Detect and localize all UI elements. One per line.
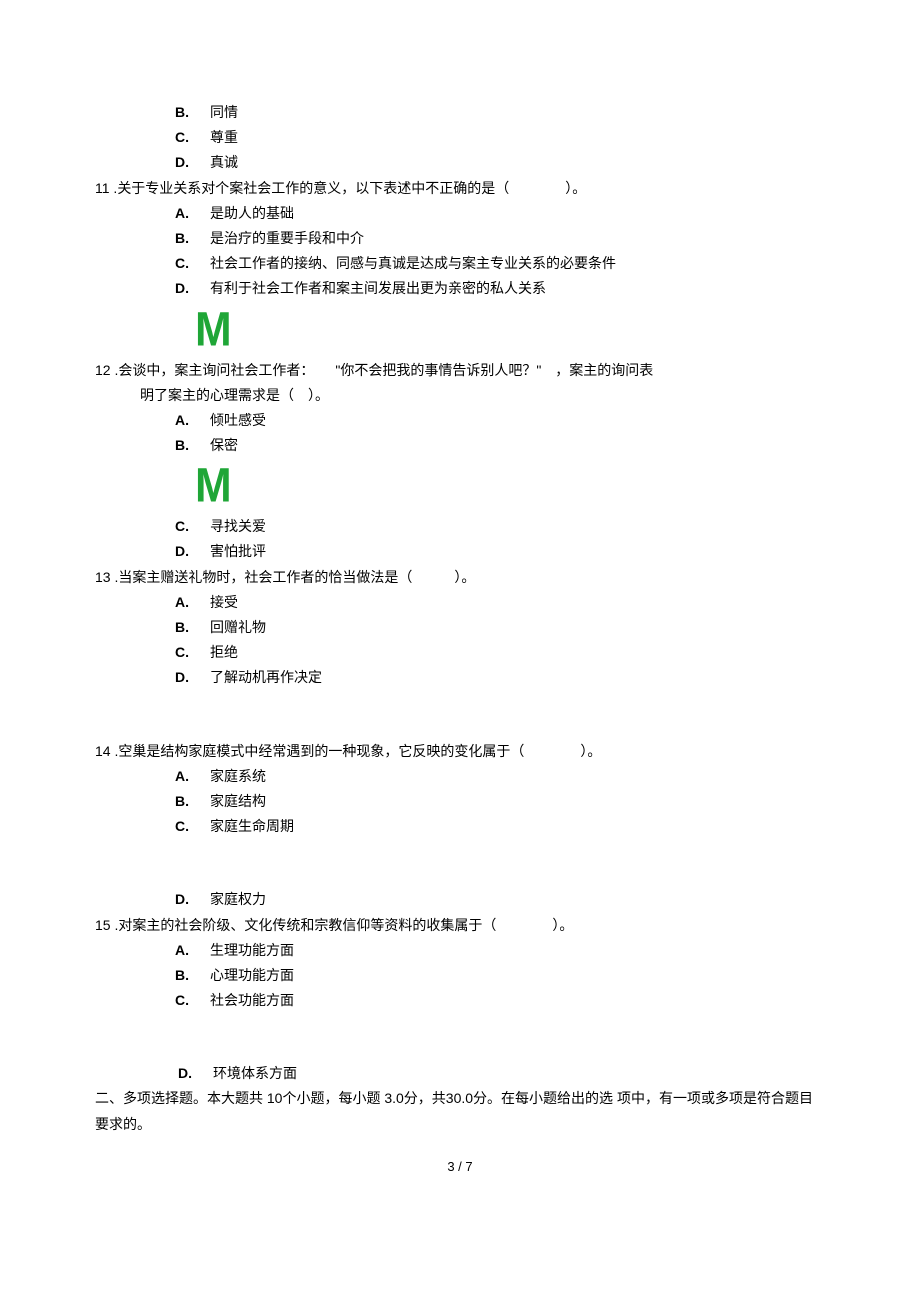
page-number: 3 / 7	[95, 1155, 825, 1178]
option-letter: D.	[175, 665, 210, 690]
option-letter: B.	[175, 615, 210, 640]
option-text: 真诚	[210, 150, 238, 175]
question-text: 会谈中，案主询问社会工作者： "你不会把我的事情告诉别人吧？" ，案主的询问表	[118, 358, 825, 383]
option-row: A. 接受	[175, 590, 825, 615]
option-letter: A.	[175, 408, 210, 433]
option-text: 社会工作者的接纳、同感与真诚是达成与案主专业关系的必要条件	[210, 251, 616, 276]
option-row: D. 环境体系方面	[178, 1061, 825, 1086]
option-letter: A.	[175, 590, 210, 615]
option-text: 家庭生命周期	[210, 814, 294, 839]
option-text: 倾吐感受	[210, 408, 266, 433]
question-12: 12 . 会谈中，案主询问社会工作者： "你不会把我的事情告诉别人吧？" ，案主…	[95, 358, 825, 383]
option-letter: C.	[175, 640, 210, 665]
question-text: 空巢是结构家庭模式中经常遇到的一种现象，它反映的变化属于（ ）。	[118, 739, 825, 764]
option-letter: D.	[175, 539, 210, 564]
option-letter: D.	[175, 887, 210, 912]
option-row: A. 生理功能方面	[175, 938, 825, 963]
question-text: 对案主的社会阶级、文化传统和宗教信仰等资料的收集属于（ ）。	[118, 913, 825, 938]
option-text: 拒绝	[210, 640, 238, 665]
option-text: 是助人的基础	[210, 201, 294, 226]
option-row: A. 家庭系统	[175, 764, 825, 789]
option-row: C. 拒绝	[175, 640, 825, 665]
option-row: A. 是助人的基础	[175, 201, 825, 226]
option-letter: A.	[175, 938, 210, 963]
option-letter: A.	[175, 764, 210, 789]
option-row: B. 是治疗的重要手段和中介	[175, 226, 825, 251]
section-two-heading: 二、多项选择题。本大题共 10个小题，每小题 3.0分，共30.0分。在每小题给…	[95, 1086, 825, 1136]
option-letter: C.	[175, 988, 210, 1013]
option-letter: D.	[175, 276, 210, 301]
option-row: C. 社会工作者的接纳、同感与真诚是达成与案主专业关系的必要条件	[175, 251, 825, 276]
option-row: D. 家庭权力	[175, 887, 825, 912]
question-number: 13 .	[95, 565, 118, 590]
option-text: 害怕批评	[210, 539, 266, 564]
option-letter: C.	[175, 125, 210, 150]
option-row: B. 保密	[175, 433, 825, 458]
question-number: 11 .	[95, 176, 117, 201]
question-text-cont: 明了案主的心理需求是（ ）。	[140, 383, 825, 408]
option-text: 保密	[210, 433, 238, 458]
option-row: D. 了解动机再作决定	[175, 665, 825, 690]
question-14: 14 . 空巢是结构家庭模式中经常遇到的一种现象，它反映的变化属于（ ）。	[95, 739, 825, 764]
option-text: 寻找关爱	[210, 514, 266, 539]
option-row: D. 有利于社会工作者和案主间发展出更为亲密的私人关系	[175, 276, 825, 301]
option-letter: C.	[175, 514, 210, 539]
option-letter: B.	[175, 789, 210, 814]
option-row: B. 家庭结构	[175, 789, 825, 814]
option-letter: D.	[175, 150, 210, 175]
question-number: 14 .	[95, 739, 118, 764]
option-text: 接受	[210, 590, 238, 615]
option-text: 回赠礼物	[210, 615, 266, 640]
option-letter: B.	[175, 100, 210, 125]
option-text: 心理功能方面	[210, 963, 294, 988]
option-text: 有利于社会工作者和案主间发展出更为亲密的私人关系	[210, 276, 546, 301]
document-page: B. 同情 C. 尊重 D. 真诚 11 . 关于专业关系对个案社会工作的意义，…	[0, 0, 920, 1303]
question-text: 当案主赠送礼物时，社会工作者的恰当做法是（ ）。	[118, 565, 825, 590]
option-row: C. 尊重	[175, 125, 825, 150]
question-text: 关于专业关系对个案社会工作的意义，以下表述中不正确的是（ ）。	[117, 176, 825, 201]
watermark-icon: M	[195, 462, 888, 510]
option-letter: B.	[175, 226, 210, 251]
question-11: 11 . 关于专业关系对个案社会工作的意义，以下表述中不正确的是（ ）。	[95, 176, 825, 201]
option-row: D. 真诚	[175, 150, 825, 175]
option-text: 社会功能方面	[210, 988, 294, 1013]
option-text: 是治疗的重要手段和中介	[210, 226, 364, 251]
question-13: 13 . 当案主赠送礼物时，社会工作者的恰当做法是（ ）。	[95, 565, 825, 590]
option-text: 家庭权力	[210, 887, 266, 912]
watermark-icon: M	[195, 306, 888, 354]
option-letter: D.	[178, 1061, 213, 1086]
option-row: C. 家庭生命周期	[175, 814, 825, 839]
option-letter: A.	[175, 201, 210, 226]
option-letter: C.	[175, 814, 210, 839]
question-15: 15 . 对案主的社会阶级、文化传统和宗教信仰等资料的收集属于（ ）。	[95, 913, 825, 938]
option-letter: B.	[175, 963, 210, 988]
question-number: 12 .	[95, 358, 118, 383]
option-row: D. 害怕批评	[175, 539, 825, 564]
option-row: B. 同情	[175, 100, 825, 125]
option-text: 生理功能方面	[210, 938, 294, 963]
option-row: A. 倾吐感受	[175, 408, 825, 433]
option-row: B. 心理功能方面	[175, 963, 825, 988]
option-letter: C.	[175, 251, 210, 276]
option-row: C. 寻找关爱	[175, 514, 825, 539]
question-number: 15 .	[95, 913, 118, 938]
option-text: 家庭系统	[210, 764, 266, 789]
option-letter: B.	[175, 433, 210, 458]
option-text: 家庭结构	[210, 789, 266, 814]
option-text: 了解动机再作决定	[210, 665, 322, 690]
option-row: B. 回赠礼物	[175, 615, 825, 640]
option-text: 环境体系方面	[213, 1061, 297, 1086]
option-text: 同情	[210, 100, 238, 125]
option-text: 尊重	[210, 125, 238, 150]
option-row: C. 社会功能方面	[175, 988, 825, 1013]
